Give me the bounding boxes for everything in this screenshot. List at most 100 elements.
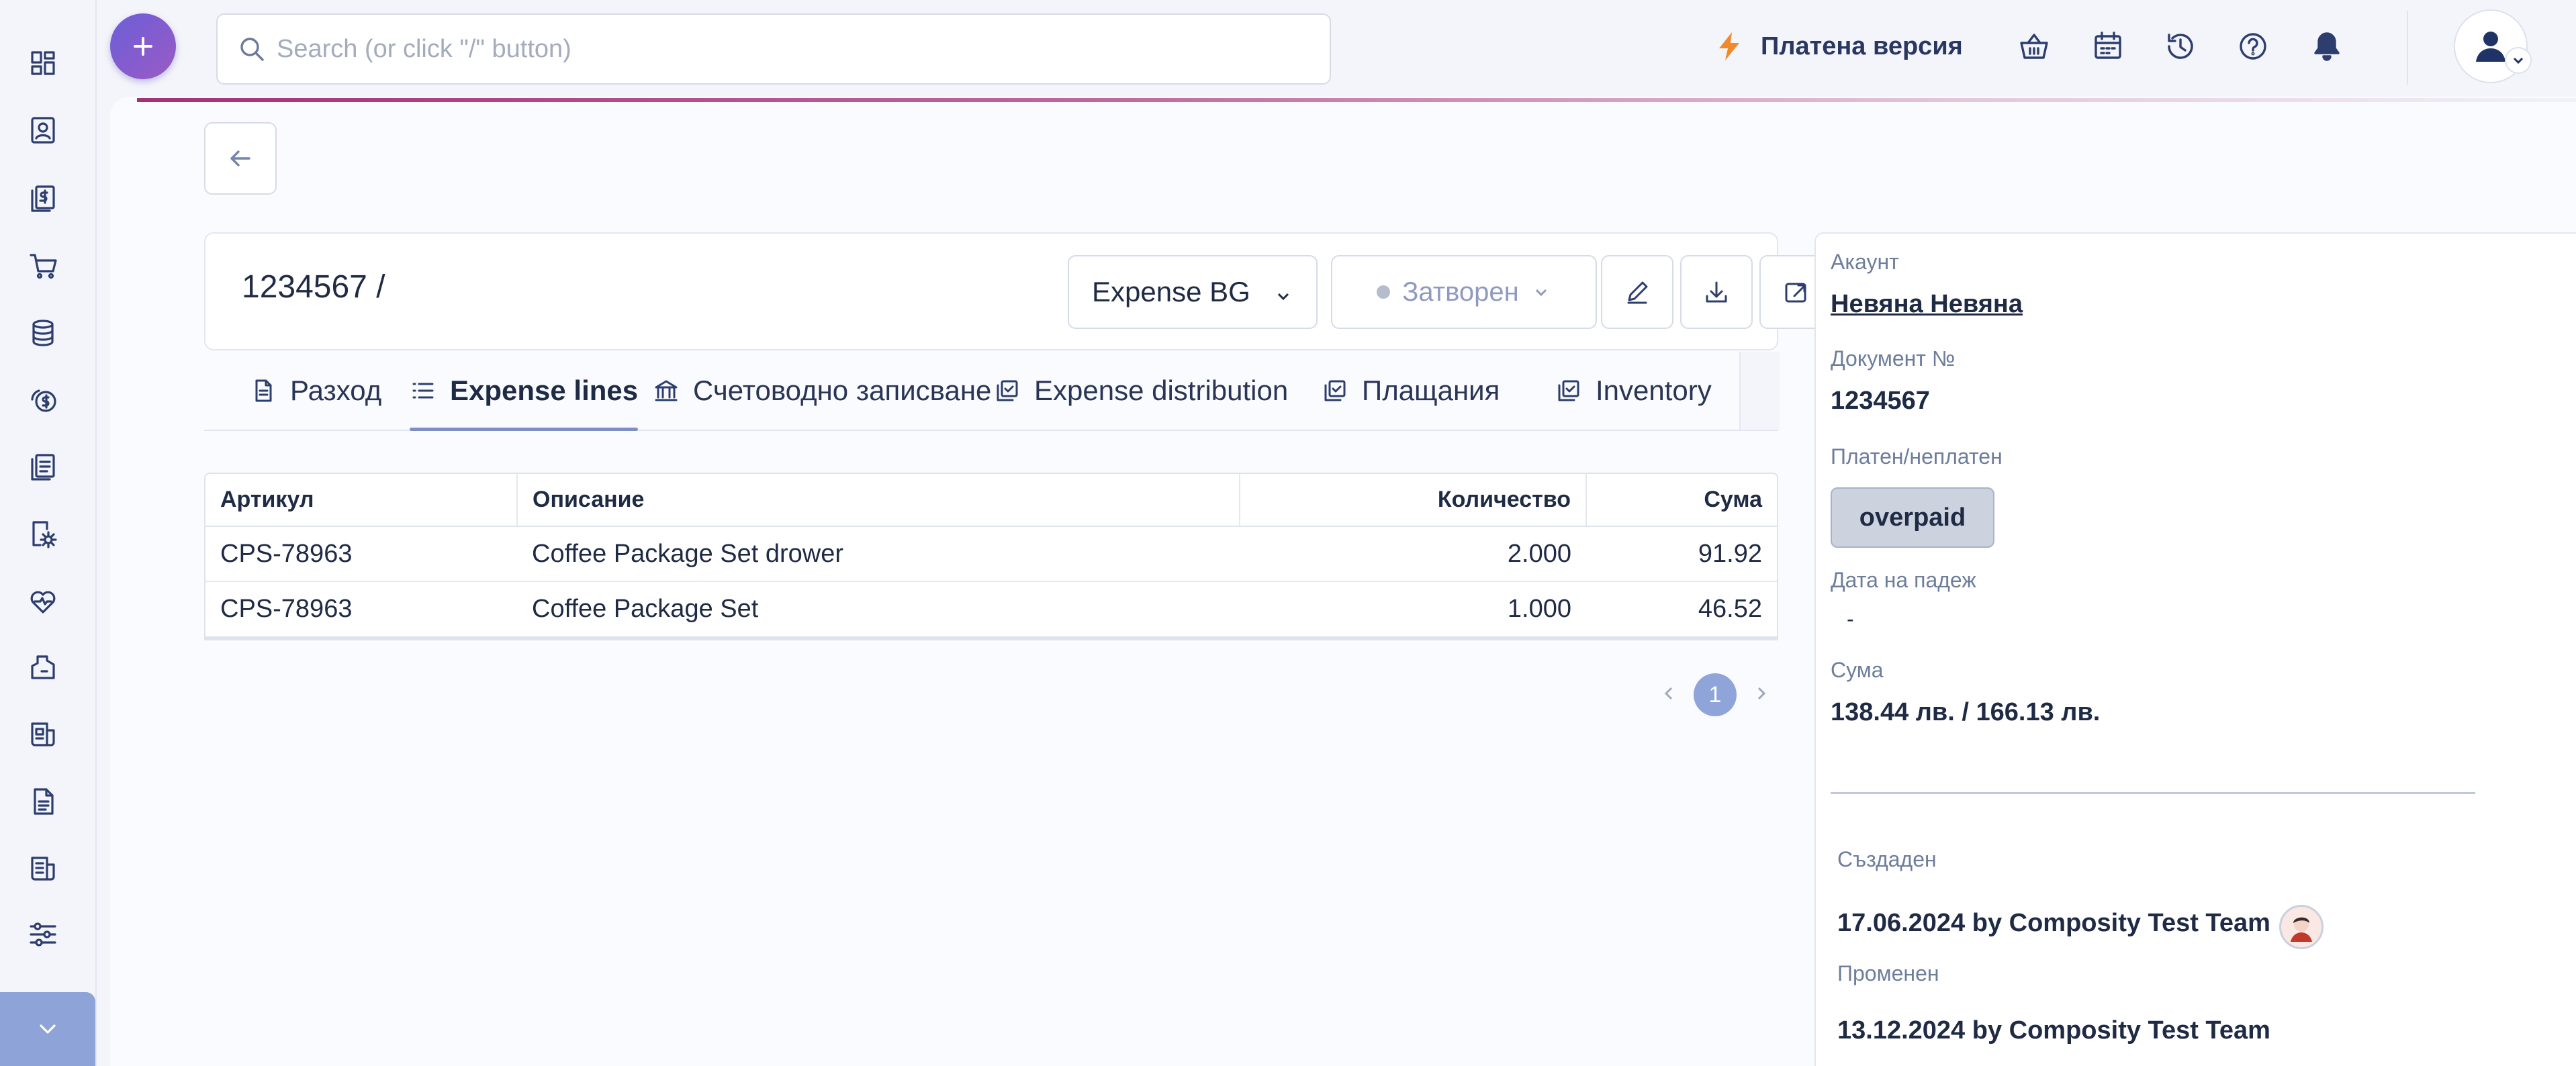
- column-header-article[interactable]: Артикул: [205, 474, 518, 527]
- creator-avatar: [2279, 905, 2324, 949]
- sidebar-item-newspaper[interactable]: [24, 850, 62, 887]
- tabs-scroll-area: Разход Expense lines Счетоводно записван…: [204, 352, 1749, 431]
- cell-quantity: 2.000: [1240, 526, 1586, 582]
- sidebar-item-database[interactable]: [24, 314, 62, 352]
- cell-amount: 91.92: [1586, 526, 1777, 582]
- chevron-left-icon: [1664, 687, 1673, 699]
- page-progress-bar: [137, 98, 2576, 102]
- sidebar-item-invoices[interactable]: [24, 180, 62, 217]
- tab-label: Inventory: [1596, 375, 1712, 406]
- column-header-amount[interactable]: Сума: [1586, 474, 1777, 527]
- table-row[interactable]: CPS-78963 Coffee Package Set 1.000 46.52: [205, 581, 1777, 636]
- sidebar-item-reports[interactable]: [24, 648, 62, 686]
- plan-label: Платена версия: [1761, 32, 1963, 60]
- tab-payments[interactable]: Плащания: [1322, 352, 1500, 430]
- amount-value: 138.44 лв. / 166.13 лв.: [1831, 698, 2101, 726]
- history-button[interactable]: [2158, 24, 2203, 68]
- tab-expense[interactable]: Разход: [250, 352, 381, 430]
- document-status-value: Затворен: [1402, 277, 1519, 307]
- add-new-button[interactable]: [110, 13, 176, 79]
- tab-expense-distribution[interactable]: Expense distribution: [994, 352, 1288, 430]
- created-value: 17.06.2024 by Composity Test Team: [1837, 909, 2270, 937]
- dashboard-icon: [31, 51, 55, 75]
- account-link[interactable]: Невяна Невяна: [1831, 290, 2023, 319]
- cart-icon: [30, 254, 57, 279]
- documents-icon: [31, 454, 55, 481]
- sidebar-item-file[interactable]: [24, 783, 62, 820]
- file-icon: [34, 788, 54, 815]
- notifications-button[interactable]: [2305, 24, 2349, 68]
- sidebar-item-settings[interactable]: [24, 516, 62, 553]
- calendar-button[interactable]: [2086, 24, 2130, 68]
- document-status-select[interactable]: Затворен: [1331, 255, 1597, 329]
- cell-description: Coffee Package Set drower: [517, 526, 1240, 582]
- sidebar-item-health[interactable]: [24, 583, 62, 620]
- tab-accounting-entry[interactable]: Счетоводно записване: [653, 352, 991, 430]
- document-type-value: Expense BG: [1092, 276, 1250, 307]
- chevron-down-icon: [2513, 57, 2524, 64]
- cell-quantity: 1.000: [1507, 595, 1571, 623]
- chevron-down-icon: [40, 1024, 56, 1034]
- created-label: Създаден: [1837, 847, 1937, 871]
- info-divider: [1831, 792, 2475, 794]
- search-input[interactable]: [277, 34, 1284, 64]
- document-info-panel: Акаунт Невяна Невяна Документ № 1234567 …: [1814, 232, 2576, 1066]
- chevron-down-icon: [1277, 293, 1289, 301]
- due-date-value: -: [1847, 607, 1854, 631]
- sidebar-item-documents[interactable]: [24, 448, 62, 486]
- news-icon: [31, 722, 55, 746]
- document-number-label: Документ №: [1831, 346, 1956, 371]
- tab-expense-lines[interactable]: Expense lines: [410, 352, 639, 431]
- arrow-left-icon: [230, 150, 250, 166]
- sidebar-collapse-button[interactable]: [0, 992, 95, 1066]
- pencil-icon: [1627, 281, 1648, 304]
- document-number-value: 1234567: [1831, 387, 1930, 415]
- next-page-button[interactable]: [1751, 683, 1772, 707]
- modified-label: Променен: [1837, 961, 1939, 985]
- settings-gear-icon: [32, 521, 57, 548]
- download-button[interactable]: [1680, 255, 1753, 329]
- due-date-label: Дата на падеж: [1831, 568, 1976, 592]
- basket-icon: [2020, 34, 2048, 59]
- copy-check-icon: [997, 380, 1018, 401]
- basket-button[interactable]: [2012, 24, 2056, 68]
- contacts-icon: [31, 117, 55, 144]
- document-type-select[interactable]: Expense BG: [1068, 255, 1318, 329]
- user-menu-button[interactable]: [2454, 9, 2532, 83]
- cell-article: CPS-78963: [205, 526, 517, 582]
- topbar-divider: [2407, 11, 2408, 85]
- paid-status-label: Платен/неплатен: [1831, 444, 2003, 469]
- sidebar-item-dashboard[interactable]: [24, 44, 62, 82]
- search-bar[interactable]: [216, 13, 1331, 85]
- search-icon: [240, 38, 264, 61]
- column-header-description[interactable]: Описание: [517, 474, 1240, 527]
- copy-check-icon: [1324, 380, 1346, 401]
- copy-check-icon: [1558, 380, 1579, 401]
- tab-label: Разход: [290, 375, 382, 406]
- sidebar-item-cart[interactable]: [24, 247, 62, 285]
- sidebar-item-payments[interactable]: [24, 381, 62, 419]
- bell-icon: [2314, 32, 2340, 61]
- paid-plan-indicator[interactable]: Платена версия: [1712, 24, 1963, 68]
- table-row[interactable]: CPS-78963 Coffee Package Set drower 2.00…: [205, 526, 1777, 582]
- prev-page-button[interactable]: [1659, 683, 1679, 707]
- tab-inventory[interactable]: Inventory: [1555, 352, 1712, 430]
- column-header-quantity[interactable]: Количество: [1240, 474, 1587, 527]
- document-tabs: Разход Expense lines Счетоводно записван…: [204, 352, 1839, 431]
- tab-label: Expense distribution: [1034, 375, 1289, 406]
- sidebar: [0, 0, 97, 1066]
- amount-label: Сума: [1831, 658, 1884, 682]
- edit-button[interactable]: [1601, 255, 1673, 329]
- list-icon: [412, 383, 434, 399]
- sidebar-item-filters[interactable]: [24, 916, 62, 953]
- sidebar-item-contacts[interactable]: [24, 111, 62, 149]
- history-icon: [2168, 34, 2193, 59]
- help-button[interactable]: [2231, 24, 2275, 68]
- external-document-icon: [1785, 283, 1806, 303]
- calendar-icon: [2095, 32, 2121, 59]
- health-icon: [30, 591, 56, 614]
- sidebar-item-news[interactable]: [24, 716, 62, 753]
- page-number-current[interactable]: 1: [1694, 673, 1737, 716]
- back-button[interactable]: [204, 122, 277, 195]
- account-label: Акаунт: [1831, 250, 1899, 274]
